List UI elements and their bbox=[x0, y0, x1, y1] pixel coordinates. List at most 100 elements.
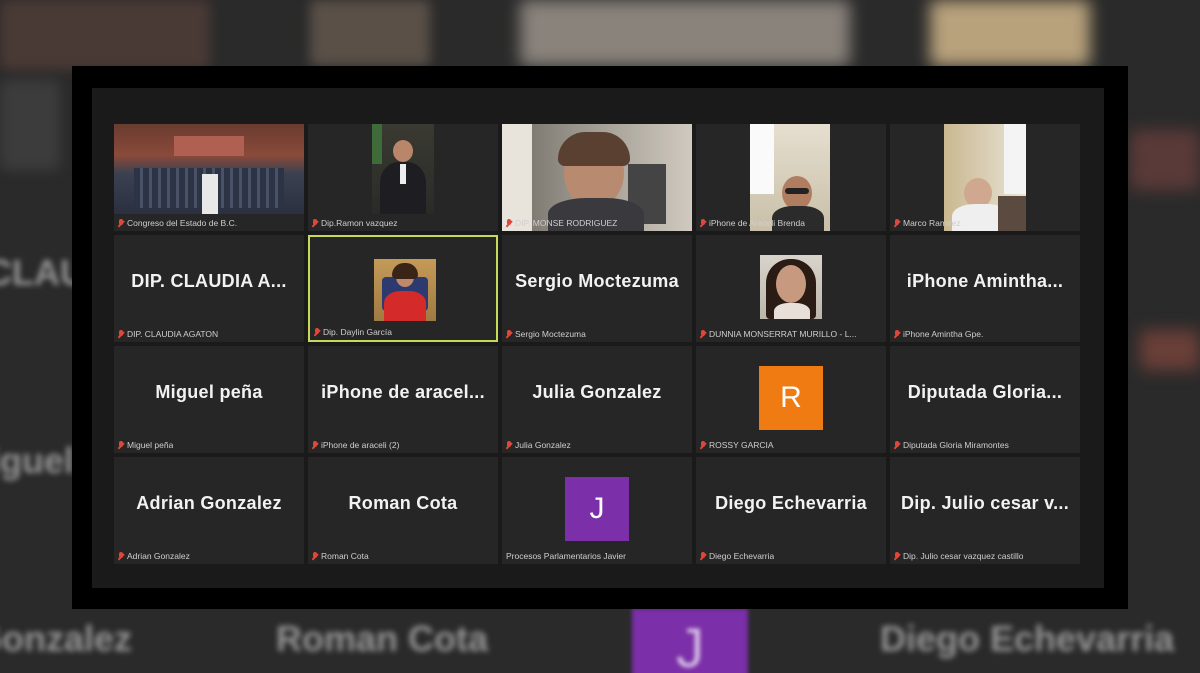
participant-tile[interactable]: Roman Cota Roman Cota bbox=[308, 457, 498, 564]
participant-name-label: DIP. MONSE RODRIGUEZ bbox=[506, 218, 686, 228]
participant-video bbox=[114, 124, 304, 214]
participant-video bbox=[760, 255, 822, 319]
muted-mic-icon bbox=[118, 551, 124, 561]
participant-display-name: Dip. Julio cesar v... bbox=[900, 493, 1070, 513]
participant-name-text: Diego Echevarria bbox=[709, 551, 775, 561]
participant-tile[interactable]: R ROSSY GARCIA bbox=[696, 346, 886, 453]
participant-display-name: iPhone Amintha... bbox=[906, 271, 1064, 291]
muted-mic-icon bbox=[700, 551, 706, 561]
participant-tile[interactable]: Dip.Ramon vazquez bbox=[308, 124, 498, 231]
muted-mic-icon bbox=[700, 218, 706, 228]
participant-name-label: Dip. Julio cesar vazquez castillo bbox=[894, 551, 1074, 561]
participant-name-label: Diputada Gloria Miramontes bbox=[894, 440, 1074, 450]
participant-name-text: Julia Gonzalez bbox=[515, 440, 571, 450]
muted-mic-icon bbox=[894, 218, 900, 228]
participant-tile[interactable]: Dip. Julio cesar v... Dip. Julio cesar va… bbox=[890, 457, 1080, 564]
muted-mic-icon bbox=[312, 440, 318, 450]
participant-name-label: Diego Echevarria bbox=[700, 551, 880, 561]
participant-name-text: Marco Ramirez bbox=[903, 218, 961, 228]
participant-tile[interactable]: Congreso del Estado de B.C. bbox=[114, 124, 304, 231]
participant-name-label: Adrian Gonzalez bbox=[118, 551, 298, 561]
participant-tile[interactable]: iPhone Amintha... iPhone Amintha Gpe. bbox=[890, 235, 1080, 342]
participant-tile[interactable]: Marco Ramirez bbox=[890, 124, 1080, 231]
screen-frame: Congreso del Estado de B.C. Dip.Ramon vaz… bbox=[72, 66, 1128, 609]
participant-name-text: Congreso del Estado de B.C. bbox=[127, 218, 238, 228]
participant-tile[interactable]: Diputada Gloria... Diputada Gloria Miramo… bbox=[890, 346, 1080, 453]
muted-mic-icon bbox=[312, 218, 318, 228]
participant-name-label: iPhone Amintha Gpe. bbox=[894, 329, 1074, 339]
participant-tile[interactable]: Julia Gonzalez Julia Gonzalez bbox=[502, 346, 692, 453]
participant-tile[interactable]: Dip. Daylin García bbox=[308, 235, 498, 342]
participant-name-text: iPhone de araceli (2) bbox=[321, 440, 400, 450]
participant-tile[interactable]: Sergio Moctezuma Sergio Moctezuma bbox=[502, 235, 692, 342]
participant-avatar: R bbox=[759, 366, 823, 430]
participant-name-text: iPhone Amintha Gpe. bbox=[903, 329, 984, 339]
participant-tile[interactable]: DIP. CLAUDIA A... DIP. CLAUDIA AGATON bbox=[114, 235, 304, 342]
participant-name-label: Miguel peña bbox=[118, 440, 298, 450]
participant-tile[interactable]: iPhone de aracel... iPhone de araceli (2) bbox=[308, 346, 498, 453]
participant-display-name: iPhone de aracel... bbox=[321, 382, 485, 402]
participant-name-label: iPhone de Araceli Brenda bbox=[700, 218, 880, 228]
participant-name-text: Miguel peña bbox=[127, 440, 174, 450]
participant-tile[interactable]: J Procesos Parlamentarios Javier bbox=[502, 457, 692, 564]
participant-name-text: Procesos Parlamentarios Javier bbox=[506, 551, 626, 561]
participant-name-text: Roman Cota bbox=[321, 551, 369, 561]
participant-tile[interactable]: DIP. MONSE RODRIGUEZ bbox=[502, 124, 692, 231]
muted-mic-icon bbox=[506, 218, 512, 228]
participant-display-name: Roman Cota bbox=[348, 493, 458, 513]
muted-mic-icon bbox=[314, 327, 320, 337]
participant-name-label: Procesos Parlamentarios Javier bbox=[506, 551, 686, 561]
meeting-window: Congreso del Estado de B.C. Dip.Ramon vaz… bbox=[92, 88, 1104, 588]
participant-name-text: Adrian Gonzalez bbox=[127, 551, 190, 561]
participant-display-name: DIP. CLAUDIA A... bbox=[131, 271, 287, 291]
participant-display-name: Diputada Gloria... bbox=[907, 382, 1063, 402]
muted-mic-icon bbox=[700, 440, 706, 450]
participant-name-text: DIP. MONSE RODRIGUEZ bbox=[515, 218, 618, 228]
participant-name-text: Diputada Gloria Miramontes bbox=[903, 440, 1009, 450]
participant-tile[interactable]: iPhone de Araceli Brenda bbox=[696, 124, 886, 231]
participant-tile[interactable]: Diego Echevarria Diego Echevarria bbox=[696, 457, 886, 564]
participant-name-label: Marco Ramirez bbox=[894, 218, 1074, 228]
participant-video bbox=[372, 124, 434, 214]
participant-video bbox=[502, 124, 692, 231]
participant-name-label: ROSSY GARCIA bbox=[700, 440, 880, 450]
muted-mic-icon bbox=[894, 329, 900, 339]
participant-name-label: iPhone de araceli (2) bbox=[312, 440, 492, 450]
bg-name-5: Diego Echevarria bbox=[880, 618, 1175, 659]
participant-name-text: Dip. Daylin García bbox=[323, 327, 392, 337]
participant-name-label: Sergio Moctezuma bbox=[506, 329, 686, 339]
participant-display-name: Diego Echevarria bbox=[715, 493, 867, 513]
participant-display-name: Adrian Gonzalez bbox=[136, 493, 282, 513]
participant-name-text: DUNNIA MONSERRAT MURILLO - L... bbox=[709, 329, 857, 339]
participant-name-label: Congreso del Estado de B.C. bbox=[118, 218, 298, 228]
participant-name-label: Dip.Ramon vazquez bbox=[312, 218, 492, 228]
participant-name-label: Dip. Daylin García bbox=[314, 327, 490, 337]
muted-mic-icon bbox=[118, 329, 124, 339]
muted-mic-icon bbox=[700, 329, 706, 339]
participant-name-text: ROSSY GARCIA bbox=[709, 440, 774, 450]
participant-display-name: Sergio Moctezuma bbox=[515, 271, 679, 291]
bg-avatar-j: J bbox=[632, 608, 748, 673]
participant-name-label: Julia Gonzalez bbox=[506, 440, 686, 450]
participant-tile[interactable]: DUNNIA MONSERRAT MURILLO - L... bbox=[696, 235, 886, 342]
participant-grid: Congreso del Estado de B.C. Dip.Ramon vaz… bbox=[114, 124, 1080, 564]
participant-name-text: DIP. CLAUDIA AGATON bbox=[127, 329, 219, 339]
participant-tile[interactable]: Miguel peña Miguel peña bbox=[114, 346, 304, 453]
participant-name-label: DIP. CLAUDIA AGATON bbox=[118, 329, 298, 339]
muted-mic-icon bbox=[118, 440, 124, 450]
muted-mic-icon bbox=[312, 551, 318, 561]
bg-name-3: Adrian Gonzalez bbox=[0, 618, 133, 659]
participant-tile[interactable]: Adrian Gonzalez Adrian Gonzalez bbox=[114, 457, 304, 564]
participant-display-name: Julia Gonzalez bbox=[532, 382, 662, 402]
participant-avatar: J bbox=[565, 477, 629, 541]
muted-mic-icon bbox=[894, 440, 900, 450]
participant-video bbox=[750, 124, 830, 231]
muted-mic-icon bbox=[894, 551, 900, 561]
participant-display-name: Miguel peña bbox=[155, 382, 263, 402]
participant-name-text: Dip.Ramon vazquez bbox=[321, 218, 398, 228]
participant-name-text: Dip. Julio cesar vazquez castillo bbox=[903, 551, 1024, 561]
muted-mic-icon bbox=[506, 440, 512, 450]
participant-name-text: iPhone de Araceli Brenda bbox=[709, 218, 805, 228]
participant-name-label: DUNNIA MONSERRAT MURILLO - L... bbox=[700, 329, 880, 339]
muted-mic-icon bbox=[118, 218, 124, 228]
